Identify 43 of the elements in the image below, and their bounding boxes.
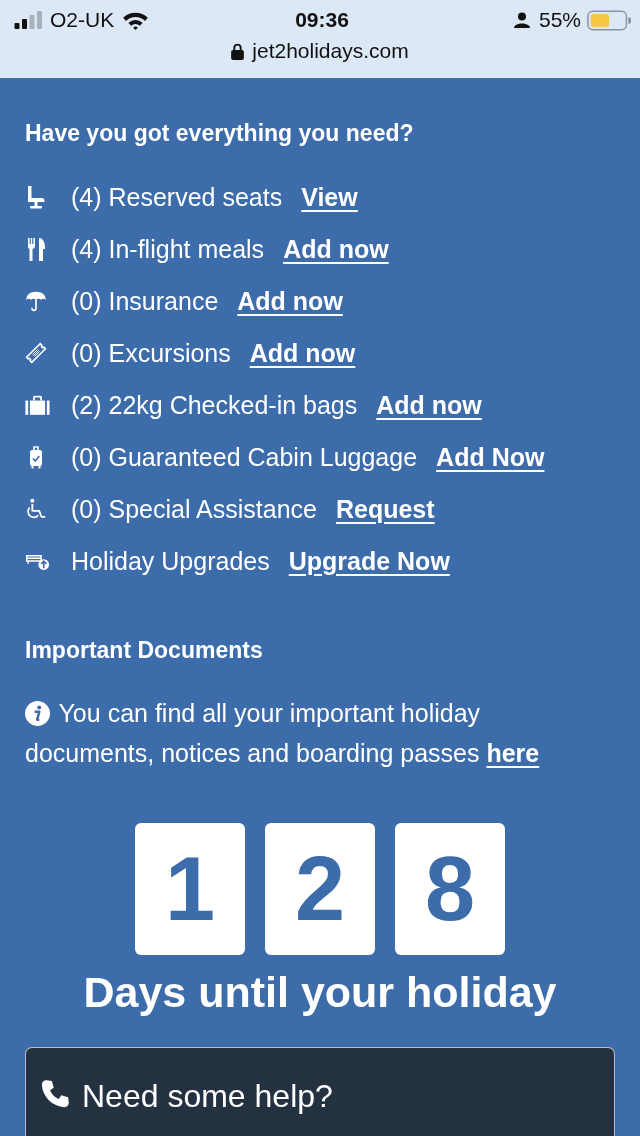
action-link[interactable]: Add now — [237, 286, 343, 316]
page-url[interactable]: jet2holidays.com — [252, 39, 409, 63]
extra-label: Holiday Upgrades — [71, 546, 270, 576]
digit-tile: 1 — [135, 823, 245, 955]
extra-label: (0) Special Assistance — [71, 494, 317, 524]
help-card[interactable]: Need some help? — [25, 1047, 615, 1136]
extra-label: (0) Guaranteed Cabin Luggage — [71, 442, 418, 472]
action-link[interactable]: Request — [335, 494, 435, 524]
signal-icon — [13, 11, 44, 29]
action-link[interactable]: Add now — [249, 338, 356, 368]
carrier-name: O2-UK — [50, 8, 115, 32]
cutlery-icon — [25, 237, 47, 261]
extra-label: (4) In-flight meals — [71, 234, 265, 264]
info-icon — [25, 701, 50, 726]
suitcase-icon — [25, 393, 50, 417]
documents-link[interactable]: here — [486, 739, 540, 767]
action-link[interactable]: View — [301, 182, 358, 212]
help-title: Need some help? — [82, 1077, 333, 1116]
action-link[interactable]: Add now — [376, 390, 482, 420]
digit-tile: 2 — [265, 823, 375, 955]
wifi-icon — [122, 10, 150, 30]
action-link[interactable]: Upgrade Now — [288, 546, 450, 576]
umbrella-icon — [25, 289, 47, 313]
battery-icon — [587, 9, 631, 31]
battery-percentage: 55% — [538, 8, 581, 32]
ticket-icon — [25, 341, 47, 365]
action-link[interactable]: Add Now — [436, 442, 545, 472]
extra-label: (0) Excursions — [71, 338, 231, 368]
countdown-caption: Days until your holiday — [82, 967, 558, 1018]
extra-label: (2) 22kg Checked-in bags — [71, 390, 358, 420]
person-icon — [513, 12, 530, 28]
section-heading: Have you got everything you need? — [25, 119, 415, 148]
seat-icon — [25, 185, 47, 209]
digit-tile: 8 — [395, 823, 505, 955]
lock-icon — [231, 42, 245, 60]
extra-label: (0) Insurance — [71, 286, 219, 316]
wheelchair-icon — [25, 497, 47, 521]
extra-label: (4) Reserved seats — [71, 182, 283, 212]
clock-time: 09:36 — [295, 8, 349, 32]
section-heading: Important Documents — [25, 636, 264, 665]
phone-icon — [40, 1079, 70, 1109]
documents-notice: You can find all your important holiday documents, notices and boarding passes here — [25, 698, 541, 769]
action-link[interactable]: Add now — [283, 234, 389, 264]
